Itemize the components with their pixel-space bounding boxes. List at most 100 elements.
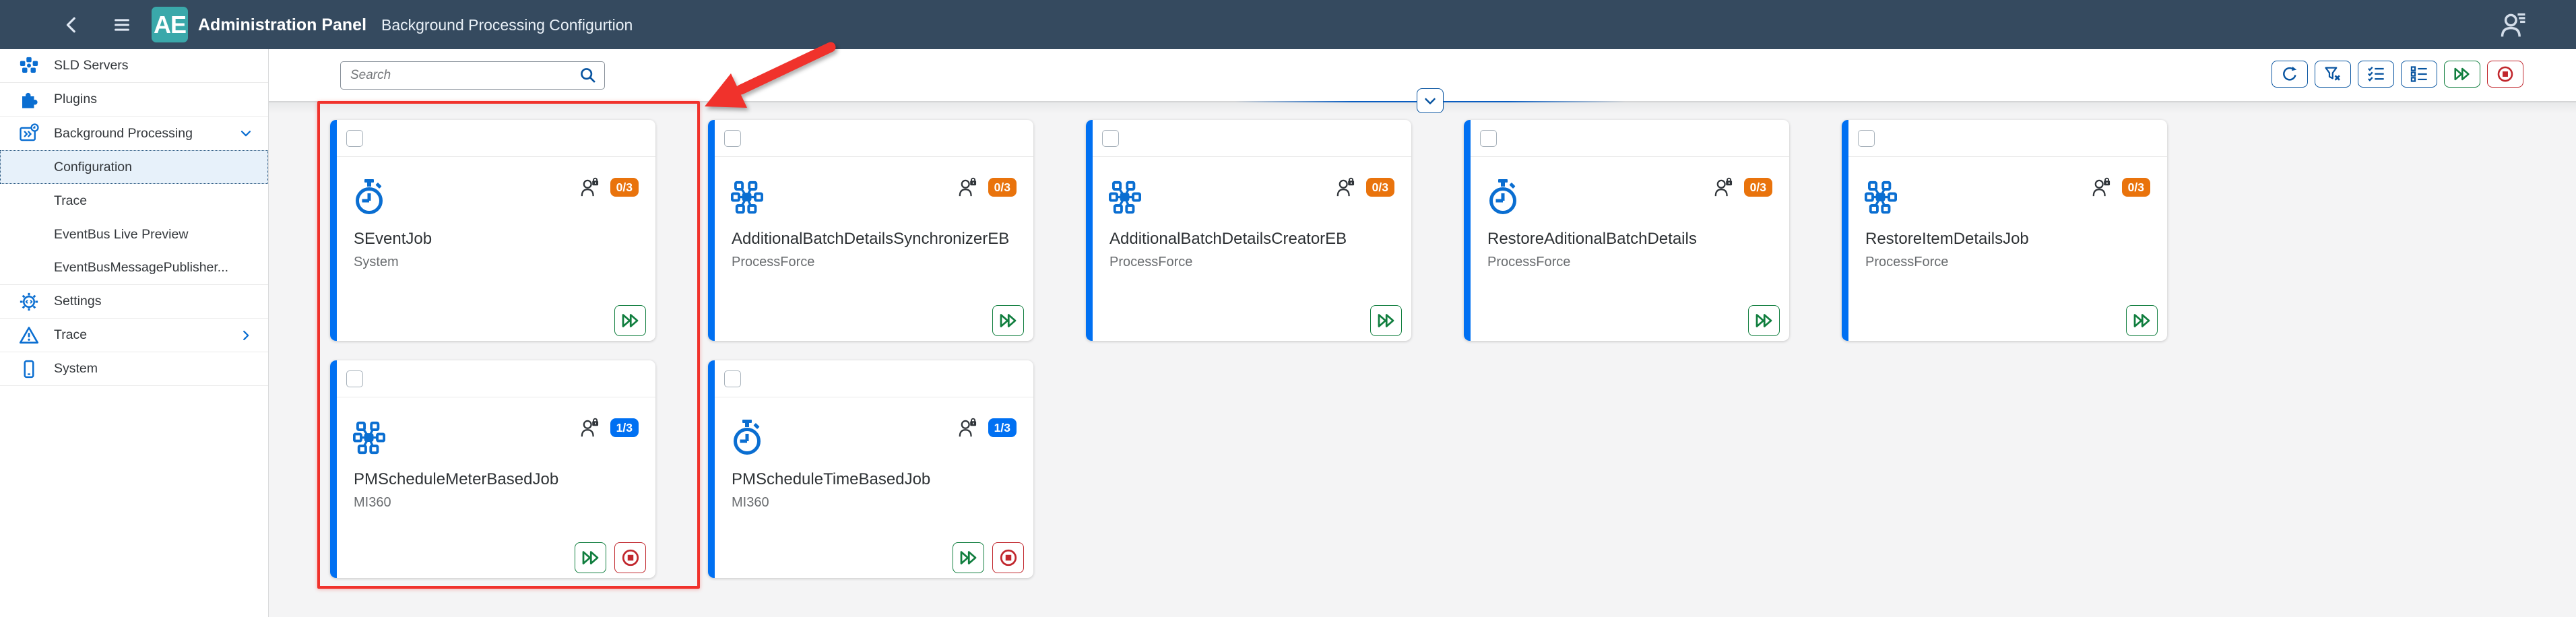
card-checkbox[interactable] xyxy=(1480,130,1497,147)
user-lock-icon xyxy=(1336,177,1355,197)
job-card-restoreitemdetailsjob[interactable]: 0/3 RestoreItemDetailsJob ProcessForce xyxy=(1842,120,2167,341)
job-title: RestoreItemDetailsJob xyxy=(1865,230,2029,249)
stop-job-button[interactable] xyxy=(992,542,1024,573)
list-select-button[interactable] xyxy=(2401,61,2437,88)
card-checkbox[interactable] xyxy=(1102,130,1119,147)
sidebar-item-sld-servers[interactable]: SLD Servers xyxy=(0,49,268,83)
card-meta: 1/3 xyxy=(580,418,639,438)
sld-servers-icon xyxy=(19,56,39,76)
card-checkbox[interactable] xyxy=(1858,130,1875,147)
system-icon xyxy=(19,359,39,379)
expand-header-button[interactable] xyxy=(1417,88,1444,113)
menu-icon[interactable] xyxy=(110,16,134,34)
job-namespace: System xyxy=(354,255,399,270)
refresh-icon xyxy=(2280,65,2299,84)
chevron-right-icon xyxy=(238,328,253,343)
sidebar-item-eventbus-live-preview[interactable]: EventBus Live Preview xyxy=(0,218,268,251)
card-actions xyxy=(953,542,1024,573)
job-card-pmscheduletimebasedjob[interactable]: 1/3 PMScheduleTimeBasedJob MI360 xyxy=(708,360,1033,578)
run-job-button[interactable] xyxy=(1370,305,1402,336)
user-lock-icon xyxy=(958,418,977,438)
page-subtitle: Background Processing Configurtion xyxy=(381,16,633,34)
list-icon xyxy=(2410,65,2428,84)
job-card-seventjob[interactable]: 0/3 SEventJob System xyxy=(330,120,655,341)
status-badge: 0/3 xyxy=(610,178,639,197)
stop-selected-button[interactable] xyxy=(2487,61,2523,88)
sidebar-item-background-processing[interactable]: Background Processing xyxy=(0,117,268,150)
app-logo[interactable]: AE xyxy=(152,7,188,42)
card-header xyxy=(337,120,655,157)
card-actions xyxy=(614,305,646,336)
job-title: PMScheduleTimeBasedJob xyxy=(732,470,930,489)
user-lock-icon xyxy=(580,177,599,197)
run-icon xyxy=(1754,311,1774,331)
card-actions xyxy=(575,542,646,573)
sidebar-item-system[interactable]: System xyxy=(0,352,268,386)
card-accent-bar xyxy=(1464,120,1471,341)
card-checkbox[interactable] xyxy=(724,130,741,147)
card-accent-bar xyxy=(1086,120,1093,341)
network-icon xyxy=(353,420,385,456)
status-badge: 1/3 xyxy=(988,418,1017,437)
user-menu-icon[interactable] xyxy=(2498,10,2529,40)
status-badge: 0/3 xyxy=(988,178,1017,197)
sidebar-item-trace-sub[interactable]: Trace xyxy=(0,184,268,218)
run-job-button[interactable] xyxy=(575,542,606,573)
run-job-button[interactable] xyxy=(2126,305,2158,336)
job-namespace: ProcessForce xyxy=(1109,255,1192,270)
job-namespace: ProcessForce xyxy=(732,255,814,270)
back-icon[interactable] xyxy=(63,15,81,35)
user-lock-icon xyxy=(1714,177,1733,197)
card-checkbox[interactable] xyxy=(346,130,363,147)
run-selected-button[interactable] xyxy=(2444,61,2480,88)
network-icon xyxy=(1865,179,1897,216)
clear-filter-button[interactable] xyxy=(2315,61,2351,88)
job-card-restoreaditionalbatchdetails[interactable]: 0/3 RestoreAditionalBatchDetails Process… xyxy=(1464,120,1789,341)
job-namespace: ProcessForce xyxy=(1865,255,1948,270)
run-job-button[interactable] xyxy=(1748,305,1780,336)
sidebar-item-settings[interactable]: Settings xyxy=(0,285,268,319)
sidebar-item-plugins[interactable]: Plugins xyxy=(0,83,268,117)
refresh-button[interactable] xyxy=(2272,61,2308,88)
sidebar-item-trace[interactable]: Trace xyxy=(0,319,268,352)
card-accent-bar xyxy=(1842,120,1848,341)
user-lock-icon xyxy=(958,177,977,197)
card-meta: 0/3 xyxy=(2092,177,2150,197)
card-meta: 1/3 xyxy=(958,418,1017,438)
network-icon xyxy=(1109,179,1141,216)
card-checkbox[interactable] xyxy=(724,370,741,387)
job-namespace: MI360 xyxy=(354,495,391,511)
card-actions xyxy=(992,305,1024,336)
card-header xyxy=(1471,120,1789,157)
search-input[interactable] xyxy=(341,68,579,83)
stop-icon xyxy=(998,548,1019,568)
card-header xyxy=(1093,120,1411,157)
run-job-button[interactable] xyxy=(953,542,984,573)
shell-header: AE Administration Panel Background Proce… xyxy=(0,0,2576,49)
card-checkbox[interactable] xyxy=(346,370,363,387)
search-icon[interactable] xyxy=(579,66,598,85)
stop-icon xyxy=(2496,65,2515,84)
card-actions xyxy=(2126,305,2158,336)
card-actions xyxy=(1370,305,1402,336)
status-badge: 0/3 xyxy=(1366,178,1394,197)
card-header xyxy=(715,120,1033,157)
stop-job-button[interactable] xyxy=(614,542,646,573)
multi-select-button[interactable] xyxy=(2358,61,2394,88)
job-card-additionalbatchdetailssynchronizereb[interactable]: 0/3 AdditionalBatchDetailsSynchronizerEB… xyxy=(708,120,1033,341)
status-badge: 0/3 xyxy=(1744,178,1772,197)
sidebar-item-eventbus-message-publisher[interactable]: EventBusMessagePublisher... xyxy=(0,251,268,285)
run-job-button[interactable] xyxy=(614,305,646,336)
job-card-additionalbatchdetailscreatoreb[interactable]: 0/3 AdditionalBatchDetailsCreatorEB Proc… xyxy=(1086,120,1411,341)
network-icon xyxy=(731,179,763,216)
card-accent-bar xyxy=(708,360,715,578)
job-title: RestoreAditionalBatchDetails xyxy=(1487,230,1697,249)
search-box xyxy=(340,61,605,90)
job-card-pmschedulemeterbasedjob[interactable]: 1/3 PMScheduleMeterBasedJob MI360 xyxy=(330,360,655,578)
run-icon xyxy=(959,548,979,568)
sidebar-item-configuration[interactable]: Configuration xyxy=(0,150,268,184)
status-badge: 1/3 xyxy=(610,418,639,437)
run-job-button[interactable] xyxy=(992,305,1024,336)
job-title: AdditionalBatchDetailsSynchronizerEB xyxy=(732,230,1009,249)
app-title: Administration Panel xyxy=(198,15,366,35)
